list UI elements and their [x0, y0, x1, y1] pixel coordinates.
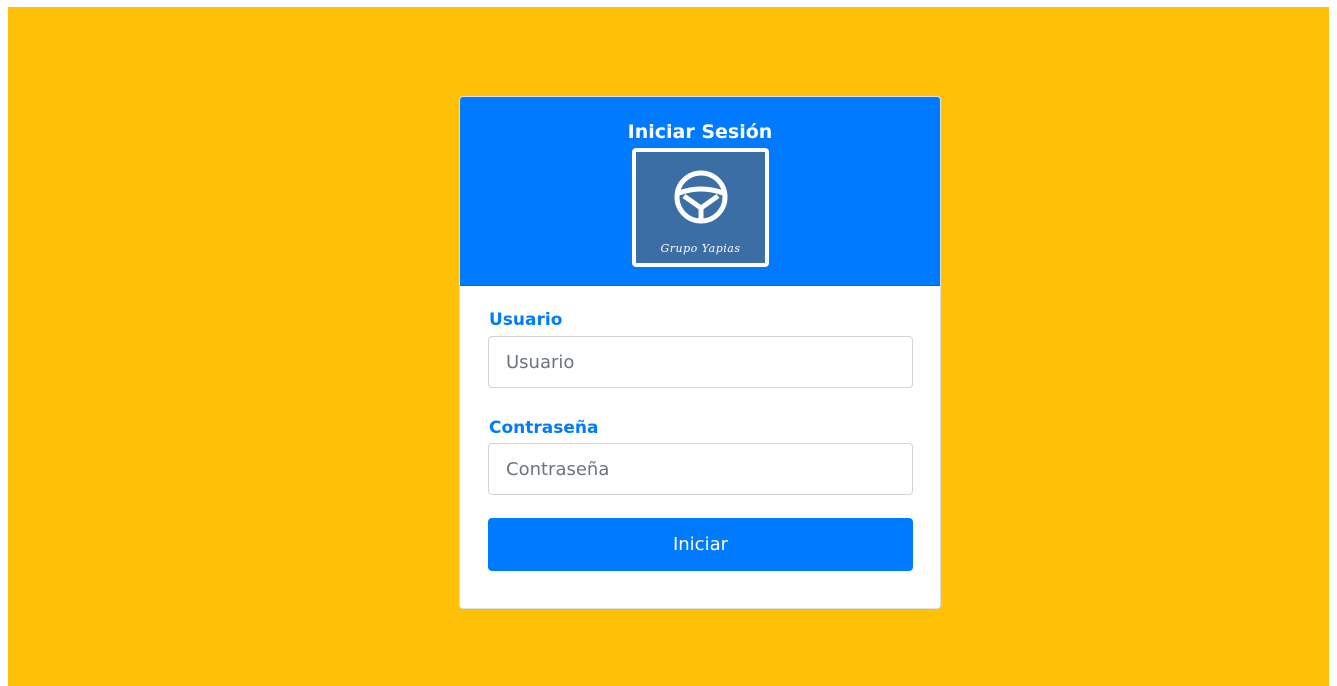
password-input[interactable]	[488, 443, 913, 495]
page-background: Iniciar Sesión Grupo Yapias Usuario Cont…	[8, 7, 1329, 686]
login-card-header: Iniciar Sesión Grupo Yapias	[460, 97, 940, 286]
company-logo: Grupo Yapias	[632, 148, 769, 267]
logo-text: Grupo Yapias	[660, 242, 741, 255]
username-label: Usuario	[489, 310, 563, 330]
login-card: Iniciar Sesión Grupo Yapias Usuario Cont…	[459, 96, 941, 609]
login-title: Iniciar Sesión	[627, 121, 773, 143]
login-button[interactable]: Iniciar	[488, 518, 913, 571]
username-input[interactable]	[488, 336, 913, 388]
password-label: Contraseña	[489, 418, 599, 438]
company-logo-inner: Grupo Yapias	[636, 152, 765, 263]
steering-wheel-icon	[674, 170, 728, 224]
